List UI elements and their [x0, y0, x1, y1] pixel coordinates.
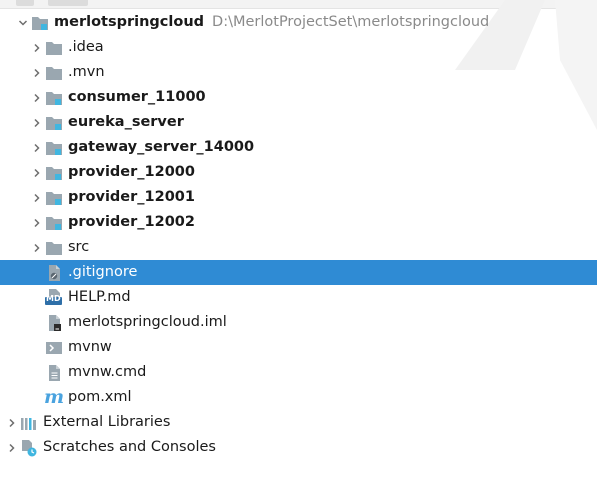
chevron-right-icon[interactable]: [30, 160, 44, 185]
tree-file-row[interactable]: m pom.xml: [0, 385, 597, 410]
project-name: merlotspringcloud: [54, 14, 205, 30]
tree-module-row[interactable]: provider_12001: [0, 185, 597, 210]
chevron-down-icon[interactable]: [16, 10, 30, 35]
tree-module-row[interactable]: consumer_11000: [0, 85, 597, 110]
module-folder-icon: [44, 210, 64, 235]
chevron-right-icon[interactable]: [30, 235, 44, 260]
chevron-right-icon[interactable]: [30, 85, 44, 110]
tree-file-row[interactable]: mvnw: [0, 335, 597, 360]
module-label: provider_12000: [68, 164, 195, 180]
file-label: .gitignore: [68, 264, 138, 280]
library-icon: [19, 410, 39, 435]
tree-file-row[interactable]: mvnw.cmd: [0, 360, 597, 385]
folder-label: .mvn: [68, 64, 105, 80]
module-label: eureka_server: [68, 114, 184, 130]
folder-icon: [44, 35, 64, 60]
chevron-right-icon[interactable]: [30, 35, 44, 60]
shell-script-icon: [44, 335, 64, 360]
maven-icon-glyph: m: [43, 386, 65, 408]
tree-module-row[interactable]: gateway_server_14000: [0, 135, 597, 160]
toolbar-chip: [16, 0, 34, 6]
project-path: D:\MerlotProjectSet\merlotspringcloud: [212, 14, 490, 30]
scratches-icon: [19, 435, 39, 460]
module-label: gateway_server_14000: [68, 139, 255, 155]
chevron-right-icon[interactable]: [30, 110, 44, 135]
chevron-right-icon[interactable]: [5, 410, 19, 435]
module-label: consumer_11000: [68, 89, 206, 105]
tree-external-libraries-row[interactable]: External Libraries: [0, 410, 597, 435]
module-label: provider_12002: [68, 214, 195, 230]
scratches-label: Scratches and Consoles: [43, 439, 216, 455]
file-label: mvnw: [68, 339, 112, 355]
md-badge-text: MD: [46, 294, 61, 303]
maven-icon: m: [44, 385, 64, 410]
toolbar-chip: [48, 0, 88, 6]
tree-module-row[interactable]: eureka_server: [0, 110, 597, 135]
tree-file-row-selected[interactable]: .gitignore: [0, 260, 597, 285]
chevron-right-icon[interactable]: [30, 185, 44, 210]
module-folder-icon: [44, 85, 64, 110]
tree-file-row[interactable]: MD HELP.md: [0, 285, 597, 310]
folder-label: src: [68, 239, 90, 255]
project-tree[interactable]: merlotspringcloud D:\MerlotProjectSet\me…: [0, 10, 597, 460]
markdown-file-icon: MD: [44, 285, 64, 310]
chevron-right-icon[interactable]: [30, 60, 44, 85]
file-label: mvnw.cmd: [68, 364, 147, 380]
folder-icon: [44, 60, 64, 85]
iml-file-icon: [44, 310, 64, 335]
module-folder-icon: [30, 10, 50, 35]
module-folder-icon: [44, 160, 64, 185]
chevron-right-icon[interactable]: [30, 135, 44, 160]
toolbar-strip: [0, 0, 597, 9]
module-folder-icon: [44, 185, 64, 210]
tree-scratches-row[interactable]: Scratches and Consoles: [0, 435, 597, 460]
module-label: provider_12001: [68, 189, 195, 205]
chevron-right-icon[interactable]: [5, 435, 19, 460]
tree-file-row[interactable]: merlotspringcloud.iml: [0, 310, 597, 335]
file-label: merlotspringcloud.iml: [68, 314, 227, 330]
folder-icon: [44, 235, 64, 260]
tree-folder-row[interactable]: src: [0, 235, 597, 260]
module-folder-icon: [44, 135, 64, 160]
tree-folder-row[interactable]: .mvn: [0, 60, 597, 85]
folder-label: .idea: [68, 39, 104, 55]
file-label: pom.xml: [68, 389, 132, 405]
chevron-right-icon[interactable]: [30, 210, 44, 235]
module-folder-icon: [44, 110, 64, 135]
text-file-icon: [44, 360, 64, 385]
tree-module-row[interactable]: provider_12000: [0, 160, 597, 185]
gitignore-file-icon: [44, 260, 64, 285]
file-label: HELP.md: [68, 289, 131, 305]
tree-root-row[interactable]: merlotspringcloud D:\MerlotProjectSet\me…: [0, 10, 597, 35]
tree-module-row[interactable]: provider_12002: [0, 210, 597, 235]
tree-folder-row[interactable]: .idea: [0, 35, 597, 60]
external-libraries-label: External Libraries: [43, 414, 171, 430]
